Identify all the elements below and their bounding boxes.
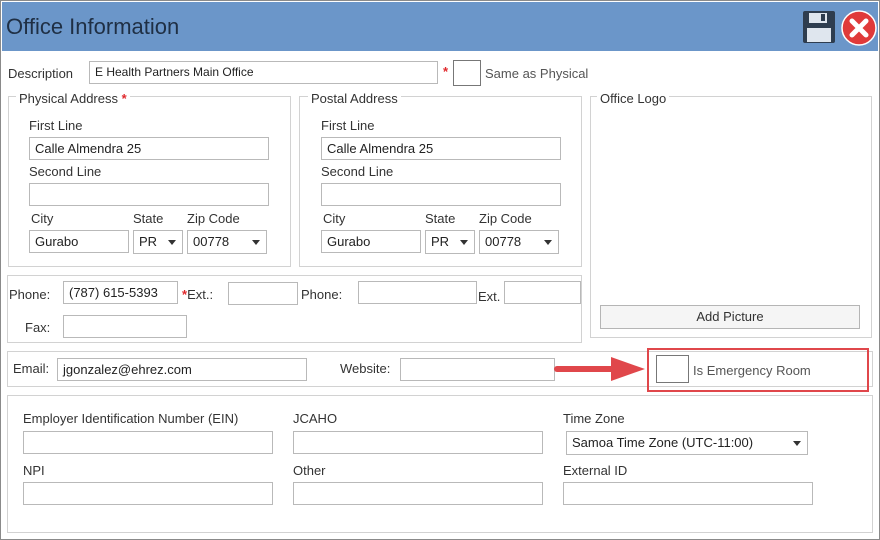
phone2-label: Phone: — [301, 287, 343, 302]
chevron-down-icon — [544, 240, 552, 245]
physical-city-label: City — [31, 211, 54, 226]
annotation-arrow-icon — [554, 357, 645, 381]
jcaho-label: JCAHO — [293, 411, 338, 426]
website-input[interactable] — [400, 358, 555, 381]
physical-address-required-mark: * — [121, 91, 127, 106]
phone-input[interactable]: (787) 615-5393 — [63, 281, 178, 304]
emergency-room-label: Is Emergency Room — [693, 363, 811, 378]
postal-second-line-input[interactable] — [321, 183, 561, 206]
postal-state-select[interactable]: PR — [425, 230, 475, 254]
floppy-disk-icon[interactable] — [802, 10, 836, 44]
timezone-value: Samoa Time Zone (UTC-11:00) — [572, 435, 754, 450]
window-title: Office Information — [6, 14, 180, 39]
ext2-input[interactable] — [504, 281, 581, 304]
timezone-label: Time Zone — [563, 411, 625, 426]
physical-first-line-input[interactable]: Calle Almendra 25 — [29, 137, 269, 160]
physical-zip-select[interactable]: 00778 — [187, 230, 267, 254]
postal-first-line-input[interactable]: Calle Almendra 25 — [321, 137, 561, 160]
postal-city-label: City — [323, 211, 346, 226]
email-label: Email: — [13, 361, 50, 376]
physical-zip-value: 00778 — [193, 234, 230, 249]
physical-zip-label: Zip Code — [187, 211, 240, 226]
postal-zip-select[interactable]: 00778 — [479, 230, 559, 254]
physical-second-line-label: Second Line — [29, 164, 102, 179]
ext-label: *Ext.: — [182, 287, 213, 302]
jcaho-input[interactable] — [293, 431, 543, 454]
external-id-input[interactable] — [563, 482, 813, 505]
ein-input[interactable] — [23, 431, 273, 454]
physical-state-value: PR — [139, 234, 158, 249]
phone2-input[interactable] — [358, 281, 477, 304]
chevron-down-icon — [460, 240, 468, 245]
chevron-down-icon — [793, 441, 801, 446]
ein-label: Employer Identification Number (EIN) — [23, 411, 239, 426]
office-information-window: Office Information Description E Health … — [0, 0, 880, 540]
website-label: Website: — [340, 361, 391, 376]
physical-city-input[interactable]: Gurabo — [29, 230, 129, 253]
fax-input[interactable] — [63, 315, 187, 338]
postal-state-label: State — [425, 211, 456, 226]
physical-address-legend-text: Physical Address — [19, 91, 118, 106]
chevron-down-icon — [168, 240, 176, 245]
other-input[interactable] — [293, 482, 543, 505]
postal-state-value: PR — [431, 234, 450, 249]
phone-label: Phone: — [9, 287, 51, 302]
email-input[interactable]: jgonzalez@ehrez.com — [57, 358, 307, 381]
postal-zip-value: 00778 — [485, 234, 522, 249]
npi-label: NPI — [23, 463, 45, 478]
ext-input[interactable] — [228, 282, 298, 305]
physical-first-line-label: First Line — [29, 118, 83, 133]
office-logo-legend: Office Logo — [597, 91, 670, 106]
description-input[interactable]: E Health Partners Main Office — [89, 61, 438, 84]
title-bar: Office Information — [2, 2, 878, 51]
ext2-label: Ext. — [478, 289, 501, 304]
same-as-physical-label: Same as Physical — [485, 66, 589, 81]
same-as-physical-checkbox[interactable] — [453, 60, 481, 86]
physical-address-legend: Physical Address * — [16, 91, 130, 106]
description-label: Description — [8, 66, 74, 81]
postal-first-line-label: First Line — [321, 118, 375, 133]
timezone-select[interactable]: Samoa Time Zone (UTC-11:00) — [566, 431, 808, 455]
chevron-down-icon — [252, 240, 260, 245]
postal-city-input[interactable]: Gurabo — [321, 230, 421, 253]
emergency-room-checkbox[interactable] — [656, 355, 689, 383]
required-asterisk: * — [443, 64, 449, 79]
other-label: Other — [293, 463, 326, 478]
close-x-icon[interactable] — [841, 10, 877, 46]
postal-second-line-label: Second Line — [321, 164, 394, 179]
npi-input[interactable] — [23, 482, 273, 505]
postal-zip-label: Zip Code — [479, 211, 532, 226]
add-picture-button[interactable]: Add Picture — [600, 305, 860, 329]
postal-address-legend: Postal Address — [308, 91, 401, 106]
physical-state-select[interactable]: PR — [133, 230, 183, 254]
external-id-label: External ID — [563, 463, 628, 478]
physical-state-label: State — [133, 211, 164, 226]
ext-label-text: Ext.: — [187, 287, 214, 302]
office-logo-group — [590, 96, 872, 338]
fax-label: Fax: — [25, 320, 51, 335]
physical-second-line-input[interactable] — [29, 183, 269, 206]
